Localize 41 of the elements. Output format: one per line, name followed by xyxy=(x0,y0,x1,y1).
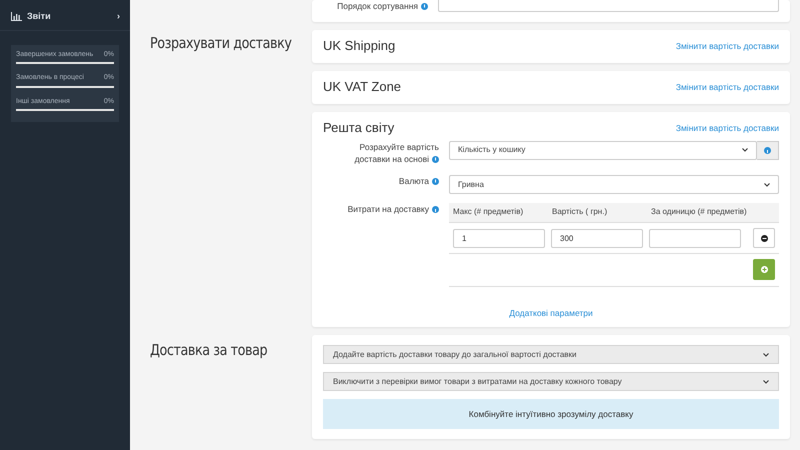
remove-button[interactable] xyxy=(753,228,775,248)
edit-link[interactable]: Змінити вартість доставки xyxy=(676,122,779,134)
select-value: Додайте вартість доставки товару до загальної вартості доставки xyxy=(333,348,577,361)
edit-link[interactable]: Змінити вартість доставки xyxy=(676,82,779,93)
caret-icon xyxy=(763,352,769,357)
input-field[interactable]: 1 xyxy=(453,228,545,248)
info-icon xyxy=(764,146,771,154)
caret-icon xyxy=(763,380,769,384)
zone-title: UK Shipping xyxy=(323,38,396,55)
info-icon xyxy=(432,206,439,214)
chevron-icon: › xyxy=(117,10,120,24)
zone-title: Решта світу xyxy=(323,120,394,137)
caret-icon xyxy=(742,148,748,152)
field-label: Порядок сортування xyxy=(312,2,438,10)
edit-link[interactable]: Змінити вартість доставки xyxy=(676,40,779,52)
column-header: За одиницю (# предметів) xyxy=(651,206,748,218)
input-field[interactable]: 300 xyxy=(551,228,643,248)
section-heading: Доставка за товар xyxy=(150,340,268,362)
select-value: Кількість у кошику xyxy=(458,144,526,156)
select-field[interactable]: Кількість у кошику xyxy=(449,140,757,160)
info-alert: Комбінуйте інтуїтивно зрозумілу доставку xyxy=(323,399,779,429)
select-field[interactable]: Гривна xyxy=(449,175,779,194)
select-field[interactable]: Додайте вартість доставки товару до загальної вартості доставки xyxy=(323,345,779,364)
zone-title: UK VAT Zone xyxy=(323,78,402,96)
menu-item[interactable]: Звіти › xyxy=(0,0,130,30)
add-button[interactable] xyxy=(753,259,775,280)
field-label: Розрахуйте вартість доставки на основі xyxy=(354,140,440,166)
select-value: Гривна xyxy=(458,178,484,191)
select-field[interactable]: Виключити з перевірки вимог товари з витратами на доставку кожного товару xyxy=(323,372,779,392)
caret-icon xyxy=(764,182,770,187)
field-label: Витрати на доставку xyxy=(323,203,449,288)
plus-icon xyxy=(760,266,768,274)
input-field[interactable] xyxy=(649,228,741,248)
minus-icon xyxy=(760,234,768,242)
select-value: Виключити з перевірки вимог товари з витратами на доставку кожного товару xyxy=(333,376,622,388)
column-header: Вартість ( грн.) xyxy=(552,206,608,218)
bar-chart-icon xyxy=(11,12,22,22)
menu-label: Звіти xyxy=(27,10,52,23)
field-label: Валюта xyxy=(323,175,449,194)
column-header: Макс (# предметів) xyxy=(453,206,524,218)
more-options-link[interactable]: Додаткові параметри xyxy=(509,308,593,318)
